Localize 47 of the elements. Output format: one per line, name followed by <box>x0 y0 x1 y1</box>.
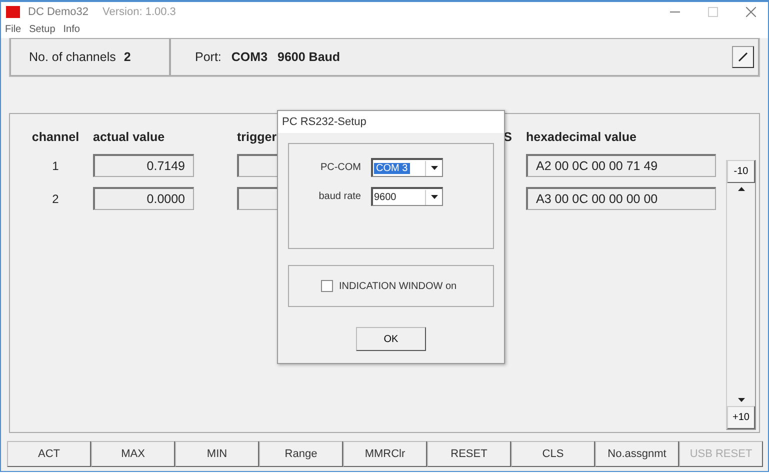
minus-ten-button[interactable]: -10 <box>727 160 755 183</box>
column-header: actual value <box>93 130 166 144</box>
indication-checkbox[interactable]: INDICATION WINDOW on <box>321 280 457 292</box>
column-header: channel <box>30 130 80 144</box>
caret-icon <box>430 166 438 170</box>
toolbar-button[interactable]: Range <box>259 441 343 467</box>
toolbar-button[interactable]: No.assgnmt <box>595 441 679 467</box>
actual-value-field: 0.0000 <box>93 187 194 210</box>
channels-value: 2 <box>124 50 131 64</box>
column-header: hexadecimal value <box>526 130 638 144</box>
menu-item[interactable]: File <box>5 24 22 34</box>
dropdown[interactable]: 9600 <box>371 187 443 206</box>
menu-item[interactable]: Setup <box>29 24 56 34</box>
dropdown[interactable]: COM 3 <box>371 158 443 177</box>
toolbar-button[interactable]: RESET <box>427 441 511 467</box>
hex-value-field: A2 00 0C 00 00 71 49 <box>526 154 716 177</box>
field-label: PC-COM <box>319 162 362 173</box>
toolbar-button[interactable]: MMRClr <box>343 441 427 467</box>
toolbar-button[interactable]: MIN <box>175 441 259 467</box>
down-arrow-icon <box>738 398 744 402</box>
port-label: Port: <box>195 50 222 64</box>
edit-button[interactable] <box>732 46 754 68</box>
menu-item[interactable]: Info <box>63 24 80 34</box>
scrollbar[interactable]: -10 +10 <box>726 160 756 430</box>
slash-icon <box>738 52 748 62</box>
toolbar-button[interactable]: MAX <box>91 441 175 467</box>
channel-number: 1 <box>51 158 60 172</box>
version-label: Version: 1.00.3 <box>102 6 176 18</box>
close-icon <box>746 7 756 17</box>
port-value: COM3 <box>231 50 268 64</box>
toolbar-button[interactable]: CLS <box>511 441 595 467</box>
actual-value-field: 0.7149 <box>93 154 194 177</box>
window-title: DC Demo32 <box>28 6 89 18</box>
channel-number: 2 <box>51 192 60 206</box>
app-logo-icon <box>6 6 20 18</box>
field-label: baud rate <box>318 191 362 202</box>
hex-value-field: A3 00 0C 00 00 00 00 <box>526 187 716 210</box>
plus-ten-button[interactable]: +10 <box>727 406 755 429</box>
ok-button[interactable]: OK <box>356 327 426 351</box>
toolbar-button[interactable]: ACT <box>7 441 91 467</box>
column-header: trigger <box>237 130 277 144</box>
caret-icon <box>430 195 438 199</box>
channels-label: No. of channels <box>29 50 116 64</box>
up-arrow-icon <box>738 187 744 191</box>
dialog-title: PC RS232-Setup <box>278 111 504 133</box>
maximize-icon <box>708 7 718 17</box>
baud-value: 9600 Baud <box>278 50 340 64</box>
